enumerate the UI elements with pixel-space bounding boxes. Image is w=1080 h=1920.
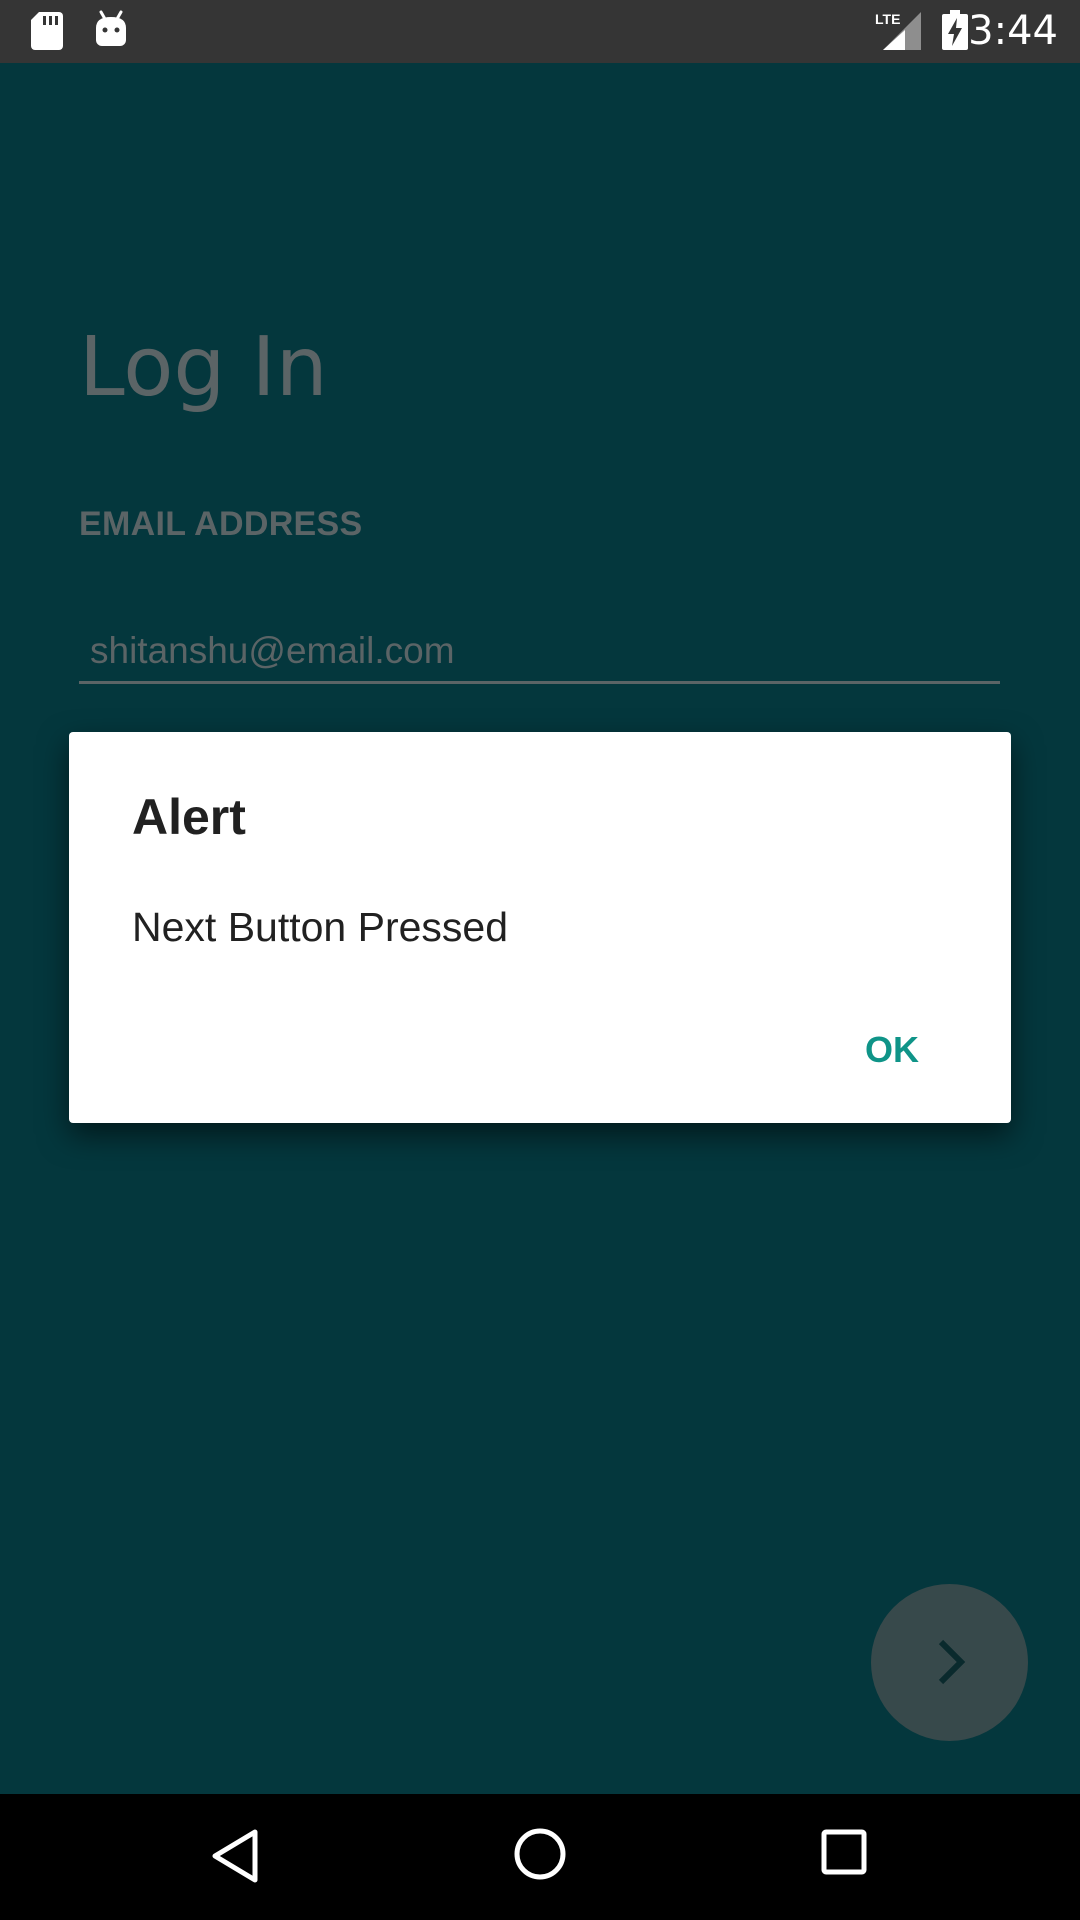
dialog-title: Alert (132, 789, 246, 845)
page-title: Log In (79, 320, 328, 415)
email-value: shitanshu@email.com (90, 630, 455, 671)
battery-charging-icon (942, 10, 968, 55)
recents-icon[interactable] (820, 1828, 868, 1881)
lte-signal-icon: LTE (875, 10, 921, 55)
status-time: 3:44 (968, 8, 1058, 54)
android-icon (94, 10, 128, 53)
next-button[interactable] (871, 1584, 1028, 1741)
sd-card-icon (31, 12, 63, 55)
navigation-bar (0, 1794, 1080, 1920)
back-icon[interactable] (210, 1828, 260, 1889)
email-field[interactable]: shitanshu@email.com (79, 621, 1000, 684)
email-label: EMAIL ADDRESS (79, 505, 363, 543)
home-icon[interactable] (512, 1826, 568, 1887)
dialog-message: Next Button Pressed (132, 904, 509, 950)
status-bar: LTE 3:44 (0, 0, 1080, 63)
alert-dialog: Alert Next Button Pressed OK (69, 732, 1011, 1123)
network-label: LTE (875, 11, 900, 27)
ok-button[interactable]: OK (865, 1028, 919, 1072)
